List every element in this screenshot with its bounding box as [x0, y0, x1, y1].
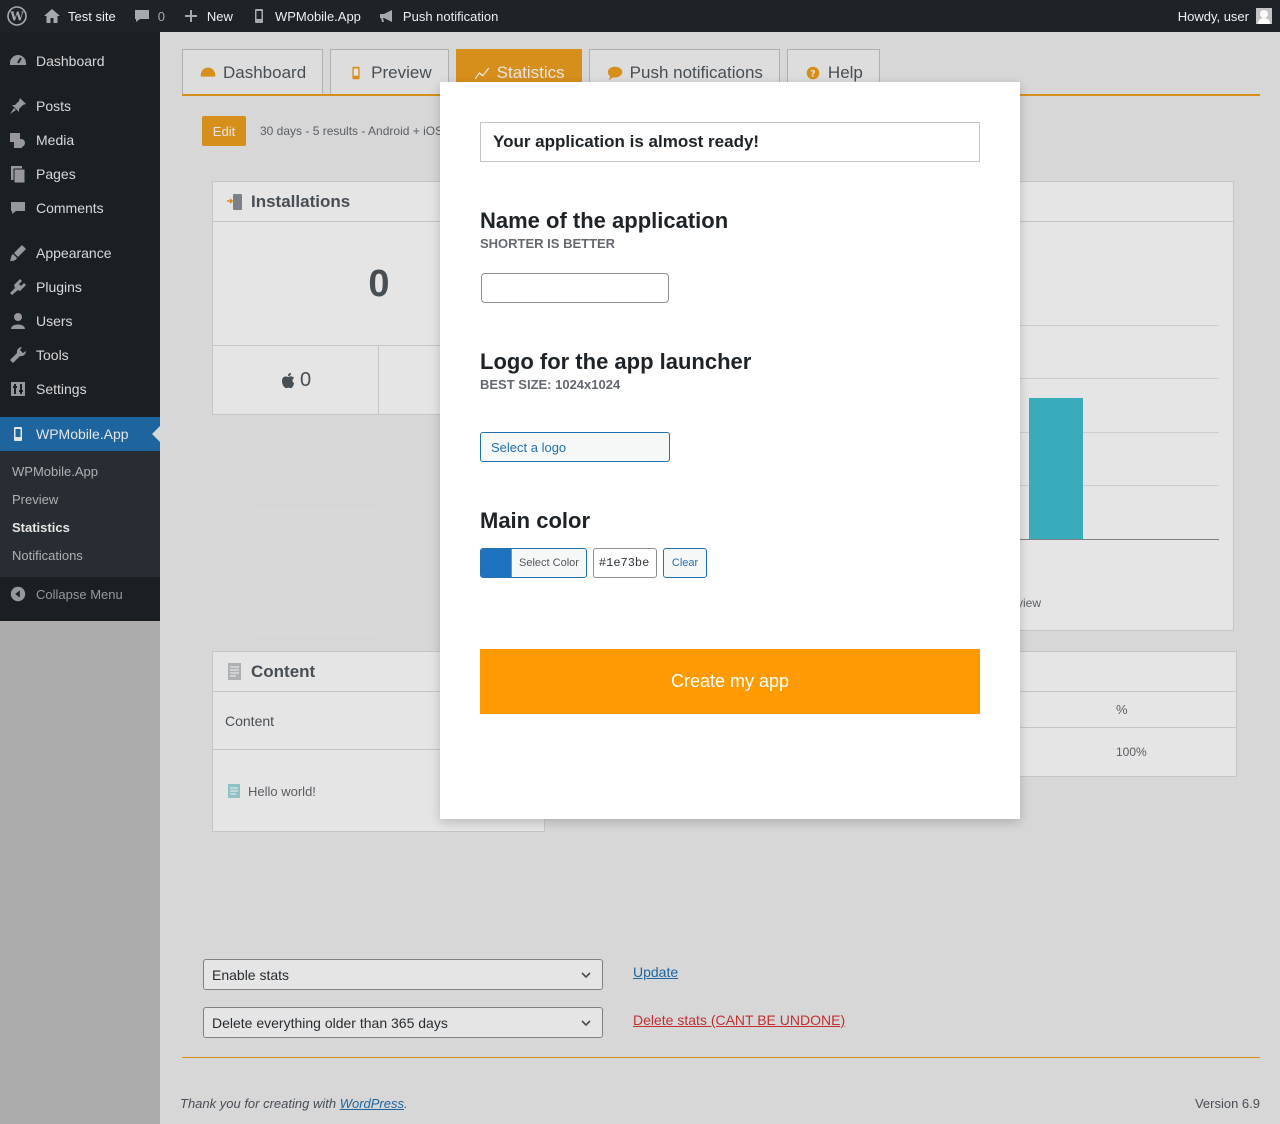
- logo-size-hint: BEST SIZE: 1024x1024: [480, 377, 621, 392]
- my-account-link[interactable]: Howdy, user: [1170, 0, 1280, 32]
- megaphone-icon: [377, 6, 397, 26]
- home-icon: [42, 6, 62, 26]
- app-name-heading: Name of the application: [480, 208, 729, 233]
- plus-icon: [181, 6, 201, 26]
- push-notification-link[interactable]: Push notification: [369, 0, 506, 32]
- wpmobile-app-label: WPMobile.App: [274, 8, 361, 24]
- howdy-label: Howdy, user: [1177, 8, 1249, 24]
- color-hex-input[interactable]: #1e73be: [592, 548, 657, 578]
- select-logo-button[interactable]: Select a logo: [480, 432, 670, 462]
- push-notification-label: Push notification: [402, 8, 499, 24]
- color-swatch: [481, 549, 511, 577]
- avatar: [1256, 8, 1272, 24]
- setup-notice: Your application is almost ready!: [480, 122, 980, 162]
- menu-overlay: [0, 621, 160, 1124]
- setup-modal: Your application is almost ready! Name o…: [440, 82, 1020, 819]
- main-color-heading: Main color: [480, 508, 591, 533]
- clear-color-button[interactable]: Clear: [662, 548, 708, 578]
- comments-link[interactable]: 0: [124, 0, 173, 32]
- site-name-link[interactable]: Test site: [34, 0, 124, 32]
- wordpress-logo-icon[interactable]: W: [0, 0, 34, 32]
- comments-count: 0: [157, 8, 165, 24]
- app-name-hint: SHORTER IS BETTER: [480, 236, 616, 251]
- new-content-link[interactable]: New: [173, 0, 241, 32]
- create-app-button[interactable]: Create my app: [480, 649, 980, 714]
- wpmobile-app-link[interactable]: WPMobile.App: [241, 0, 369, 32]
- svg-text:W: W: [9, 10, 24, 24]
- select-color-label: Select Color: [511, 549, 586, 577]
- admin-bar: W Test site 0 New WPMobile.App Push noti…: [0, 0, 1280, 32]
- color-picker: Select Color #1e73be Clear: [480, 548, 708, 578]
- site-name-label: Test site: [68, 8, 116, 24]
- phone-icon: [249, 6, 269, 26]
- comment-icon: [132, 6, 152, 26]
- app-name-input[interactable]: [481, 273, 669, 303]
- select-color-button[interactable]: Select Color: [480, 548, 587, 578]
- logo-heading: Logo for the app launcher: [480, 349, 752, 374]
- new-label: New: [206, 8, 233, 24]
